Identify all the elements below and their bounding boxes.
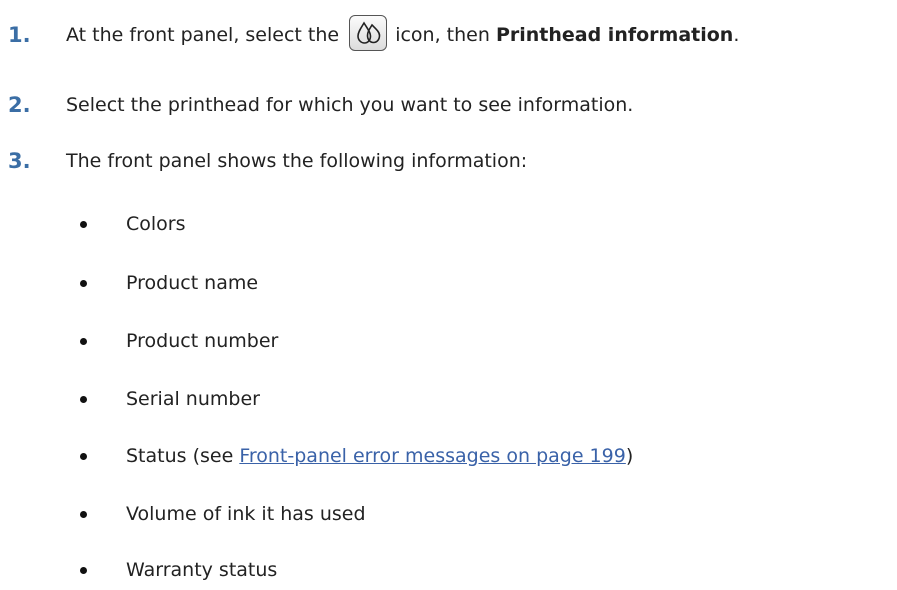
bullet-dot [80, 396, 87, 403]
bullet-dot [80, 280, 87, 287]
step-3: 3. The front panel shows the following i… [0, 145, 897, 177]
list-item: Colors [0, 209, 897, 239]
step-text-before-icon: At the front panel, select the [66, 24, 340, 46]
list-item: Warranty status [0, 555, 897, 585]
bullet-dot [80, 221, 87, 228]
list-item: Product name [0, 268, 897, 298]
list-item: Serial number [0, 384, 897, 414]
status-prefix: Status (see [126, 445, 240, 467]
bullet-dot [80, 567, 87, 574]
printhead-information-label: Printhead information [495, 24, 734, 46]
step-text: The front panel shows the following info… [66, 150, 528, 172]
error-messages-link[interactable]: Front-panel error messages on page 199 [239, 445, 626, 467]
list-item-text: Colors [126, 213, 186, 235]
step-text: At the front panel, select the icon, the… [66, 14, 740, 51]
list-item-text: Volume of ink it has used [126, 503, 366, 525]
step-number: 1. [8, 23, 31, 47]
list-item-text: Warranty status [126, 559, 278, 581]
step-text: Select the printhead for which you want … [66, 94, 634, 116]
list-item: Status (see Front-panel error messages o… [0, 441, 897, 471]
ink-drops-icon [349, 14, 388, 51]
list-item-text: Serial number [126, 388, 260, 410]
step-2: 2. Select the printhead for which you wa… [0, 89, 897, 121]
list-item-text: Status (see Front-panel error messages o… [126, 441, 633, 471]
bullet-dot [80, 338, 87, 345]
ink-drops-icon-graphic [357, 20, 381, 44]
step-text-after-icon: icon, then [395, 24, 490, 46]
step-1: 1. At the front panel, select the icon, … [0, 14, 897, 51]
list-item: Product number [0, 326, 897, 356]
list-item-text: Product number [126, 330, 279, 352]
status-suffix: ) [625, 445, 634, 467]
bullet-dot [80, 511, 87, 518]
step-number: 2. [8, 93, 31, 117]
step-trailing: . [733, 24, 740, 46]
step-number: 3. [8, 149, 31, 173]
list-item-text: Product name [126, 272, 259, 294]
bullet-dot [80, 453, 87, 460]
list-item: Volume of ink it has used [0, 499, 897, 529]
